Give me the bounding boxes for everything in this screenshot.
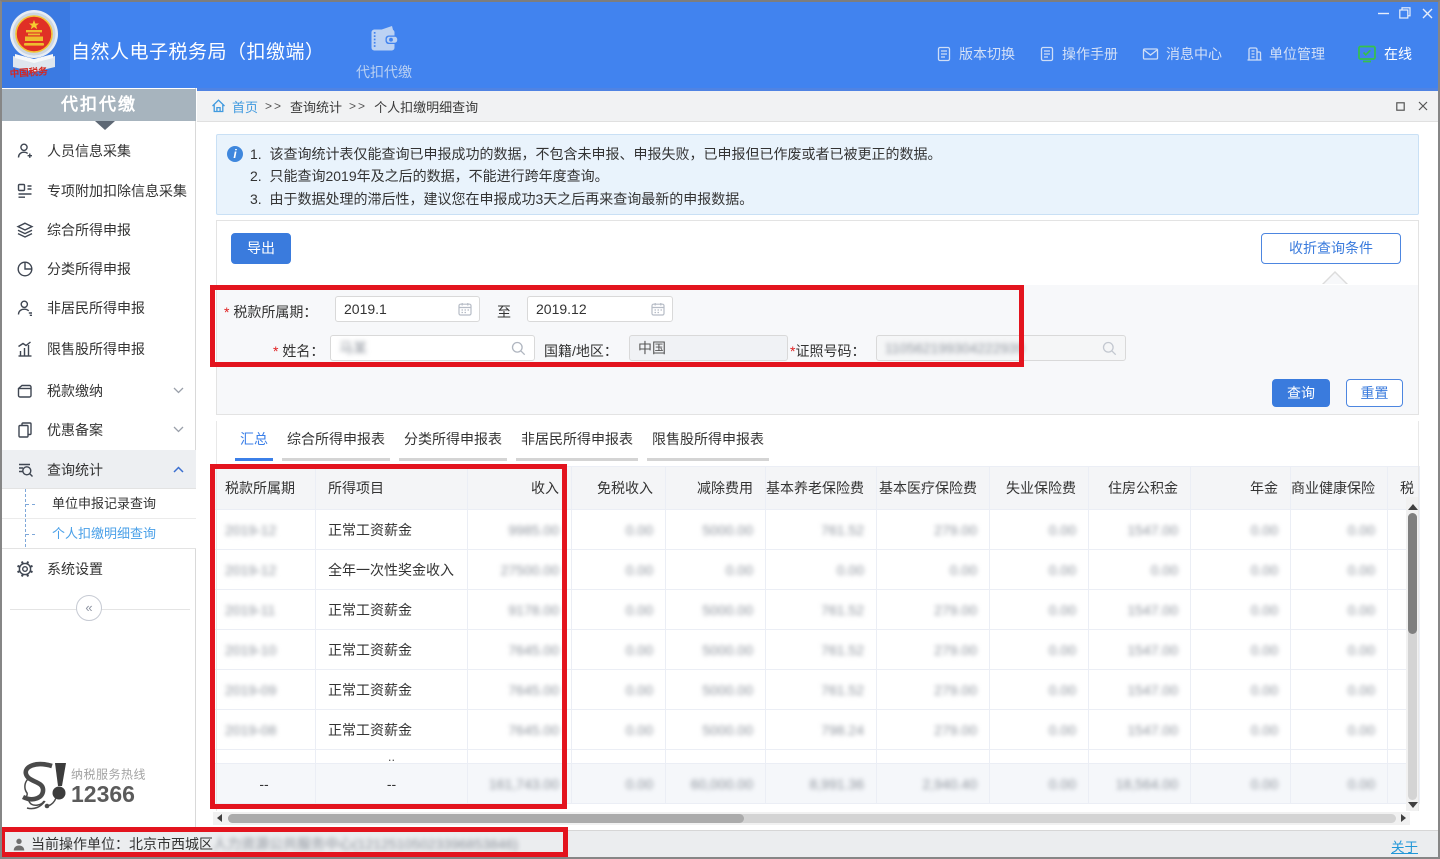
svg-text:纳税服务热线: 纳税服务热线 — [71, 767, 146, 782]
svg-text:12366: 12366 — [71, 781, 135, 807]
